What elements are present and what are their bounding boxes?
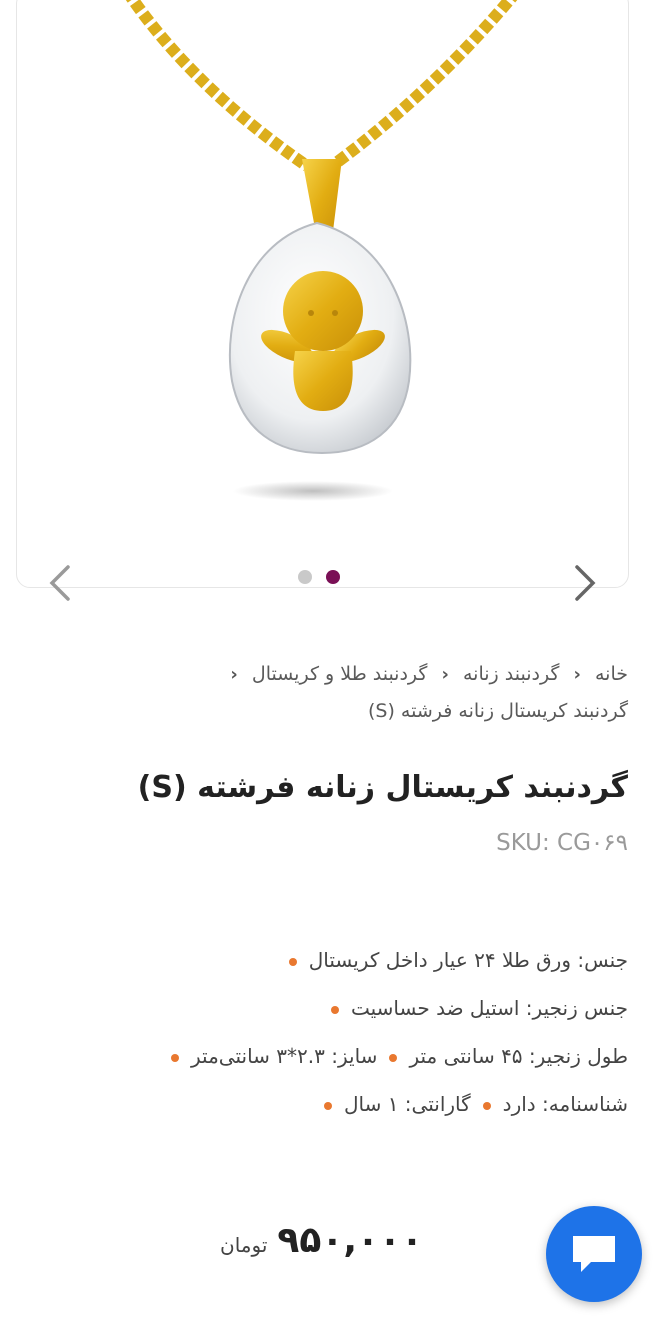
price-row: تومان ۹۵۰,۰۰۰ xyxy=(220,1220,423,1261)
breadcrumb-separator-icon: ‹ xyxy=(441,664,449,685)
page-title: گردنبند کریستال زنانه فرشته (S) xyxy=(137,770,628,805)
next-image-button[interactable] xyxy=(565,563,605,603)
product-sku: SKU: CG۰۶۹ xyxy=(496,830,628,856)
breadcrumb-separator-icon: ‹ xyxy=(230,664,238,685)
product-price: ۹۵۰,۰۰۰ xyxy=(277,1220,423,1261)
bullet-icon xyxy=(330,1005,339,1014)
bullet-icon xyxy=(389,1053,398,1062)
prev-image-button[interactable] xyxy=(40,563,80,603)
breadcrumb-separator-icon: ‹ xyxy=(573,664,581,685)
spec-chain-material: جنس زنجیر: استیل ضد حساسیت xyxy=(350,996,628,1020)
bullet-icon xyxy=(171,1053,180,1062)
breadcrumb: خانه ‹ گردنبند زنانه ‹ گردنبند طلا و کری… xyxy=(188,656,628,729)
spec-certificate: شناسنامه: دارد xyxy=(502,1092,628,1116)
product-gallery xyxy=(16,0,629,588)
breadcrumb-home[interactable]: خانه xyxy=(595,663,628,685)
spec-line: جنس: ورق طلا ۲۴ عیار داخل کریستال xyxy=(28,940,628,988)
chevron-left-icon xyxy=(49,565,70,601)
product-image[interactable] xyxy=(17,0,628,587)
chat-button[interactable] xyxy=(546,1206,642,1302)
chat-bubble-icon xyxy=(573,1236,615,1272)
gallery-dot-2[interactable] xyxy=(326,570,340,584)
bullet-icon xyxy=(323,1101,332,1110)
bullet-icon xyxy=(288,957,297,966)
gallery-dots xyxy=(298,570,340,584)
spec-line: طول زنجیر: ۴۵ سانتی متر سایز: ۲.۳*۳ سانتی… xyxy=(28,1036,628,1084)
spec-size: سایز: ۲.۳*۳ سانتی‌متر xyxy=(191,1044,378,1068)
breadcrumb-current: گردنبند کریستال زنانه فرشته (S) xyxy=(368,700,628,722)
breadcrumb-womens-necklace[interactable]: گردنبند زنانه xyxy=(463,663,559,685)
spec-chain-length: طول زنجیر: ۴۵ سانتی متر xyxy=(409,1044,628,1068)
product-specs: جنس: ورق طلا ۲۴ عیار داخل کریستال جنس زن… xyxy=(28,940,628,1132)
spec-warranty: گارانتی: ۱ سال xyxy=(343,1092,471,1116)
breadcrumb-gold-crystal-necklace[interactable]: گردنبند طلا و کریستال xyxy=(252,663,428,685)
spec-line: شناسنامه: دارد گارانتی: ۱ سال xyxy=(28,1084,628,1132)
price-currency: تومان xyxy=(220,1233,268,1257)
spec-line: جنس زنجیر: استیل ضد حساسیت xyxy=(28,988,628,1036)
bullet-icon xyxy=(482,1101,491,1110)
spec-material: جنس: ورق طلا ۲۴ عیار داخل کریستال xyxy=(308,948,628,972)
gallery-dot-1[interactable] xyxy=(298,570,312,584)
chevron-right-icon xyxy=(575,565,596,601)
